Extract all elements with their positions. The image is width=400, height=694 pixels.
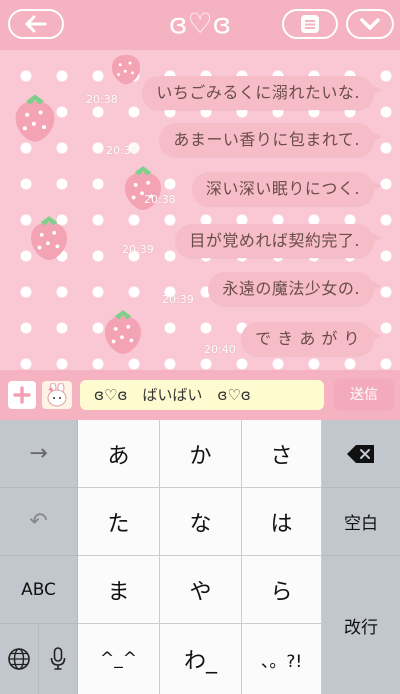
back-button[interactable]: [8, 9, 64, 39]
bunny-sticker-icon: [47, 383, 67, 407]
japanese-keyboard: → ↶ ABC あ か さ た な は ま や ら ^_^ わ_ 、。?! 空白…: [0, 420, 400, 694]
add-button[interactable]: [8, 381, 36, 409]
message-input-bar: ɞ♡ɞ ばいばい ɞ♡ɞ 送信: [0, 370, 400, 420]
menu-button[interactable]: [282, 9, 338, 39]
list-icon: [301, 15, 319, 33]
plus-icon: [13, 386, 31, 404]
arrow-left-icon: [25, 15, 47, 33]
delete-icon: [347, 444, 374, 463]
kana-key[interactable]: ま: [78, 556, 160, 624]
globe-icon: [8, 648, 30, 670]
mic-key[interactable]: [39, 624, 78, 694]
message-bubble[interactable]: で き あ が り: [241, 322, 382, 356]
space-key[interactable]: 空白: [322, 488, 400, 556]
punctuation-key[interactable]: 、。?!: [242, 624, 322, 694]
message-time: 20:39: [162, 293, 194, 306]
chat-header: ɞ♡ɞ: [0, 0, 400, 50]
kaomoji-key[interactable]: ^_^: [78, 624, 160, 694]
kana-key[interactable]: か: [160, 420, 242, 488]
kana-key[interactable]: は: [242, 488, 322, 556]
kana-key[interactable]: な: [160, 488, 242, 556]
globe-key[interactable]: [0, 624, 39, 694]
kana-key[interactable]: ら: [242, 556, 322, 624]
strawberry-icon: [15, 94, 55, 142]
message-input[interactable]: ɞ♡ɞ ばいばい ɞ♡ɞ: [80, 380, 324, 410]
collapse-button[interactable]: [346, 9, 394, 39]
chat-title: ɞ♡ɞ: [168, 7, 232, 40]
message-bubble[interactable]: 深い深い眠りにつく.: [191, 172, 383, 206]
sticker-button[interactable]: [42, 381, 72, 409]
kana-key[interactable]: あ: [78, 420, 160, 488]
undo-icon: ↶: [29, 509, 48, 534]
message-bubble[interactable]: 永遠の魔法少女の.: [208, 272, 382, 306]
strawberry-icon: [111, 54, 141, 85]
kana-key[interactable]: や: [160, 556, 242, 624]
undo-key[interactable]: ↶: [0, 488, 78, 556]
send-button[interactable]: 送信: [334, 379, 394, 411]
kana-key[interactable]: さ: [242, 420, 322, 488]
next-candidate-key[interactable]: →: [0, 420, 78, 488]
message-time: 20:38: [144, 193, 176, 206]
arrow-right-icon: →: [29, 441, 48, 466]
message-time: 20:38: [106, 144, 138, 157]
mic-icon: [50, 647, 66, 670]
message-time: 20:38: [86, 93, 118, 106]
strawberry-icon: [31, 216, 67, 260]
message-time: 20:39: [122, 243, 154, 256]
kana-key[interactable]: た: [78, 488, 160, 556]
chevron-down-icon: [360, 18, 380, 30]
kana-key[interactable]: わ_: [160, 624, 242, 694]
message-bubble[interactable]: あまーい香りに包まれて.: [159, 123, 382, 157]
chat-area[interactable]: いちごみるくに溺れたいな. 20:38 あまーい香りに包まれて. 20:38 深…: [0, 50, 400, 370]
return-key[interactable]: 改行: [322, 556, 400, 694]
message-bubble[interactable]: いちごみるくに溺れたいな.: [142, 76, 382, 110]
delete-key[interactable]: [322, 420, 400, 488]
message-time: 20:40: [204, 343, 236, 356]
abc-key[interactable]: ABC: [0, 556, 78, 624]
message-bubble[interactable]: 目が覚めれば契約完了.: [175, 224, 382, 258]
strawberry-icon: [105, 310, 141, 354]
